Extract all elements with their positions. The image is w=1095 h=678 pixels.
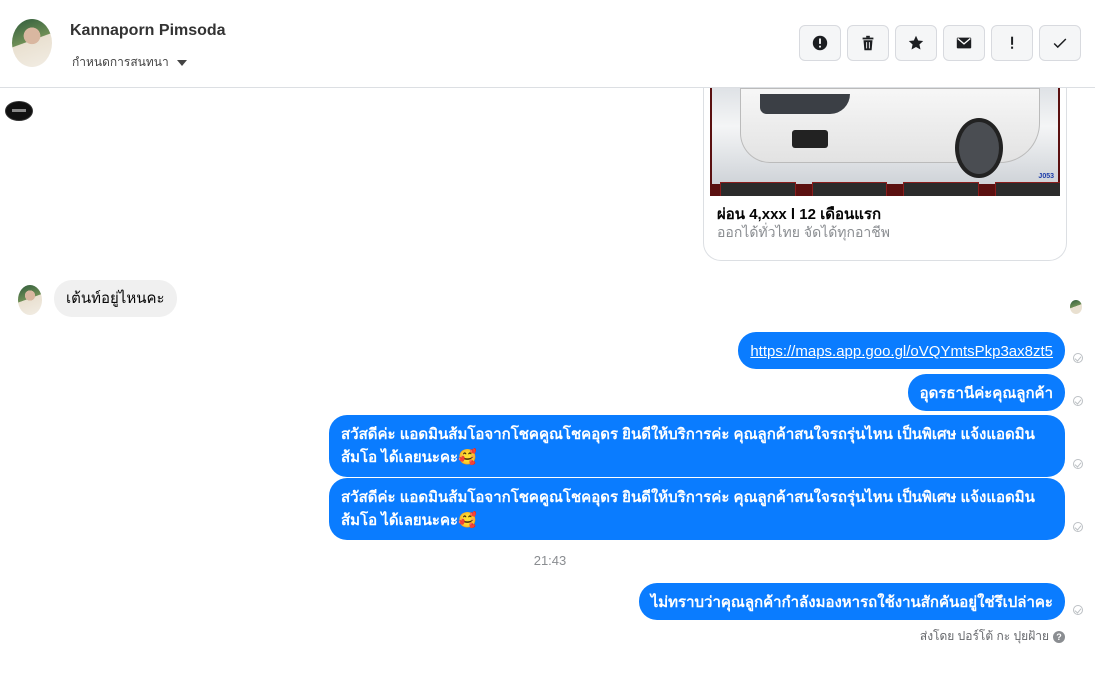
star-button[interactable] [895, 25, 937, 61]
contact-name[interactable]: Kannaporn Pimsoda [70, 22, 226, 40]
assign-conversation-label: กำหนดการสนทนา [72, 55, 169, 69]
outgoing-message: สวัสดีค่ะ แอดมินส้มโอจากโชคคูณโชคอุดร ยิ… [329, 415, 1065, 477]
page-logo-avatar [5, 101, 33, 121]
alert-circle-icon [812, 35, 828, 51]
check-icon [1053, 38, 1067, 49]
envelope-icon [956, 37, 972, 49]
sent-check-icon [1073, 459, 1083, 469]
sent-check-icon [1073, 605, 1083, 615]
sent-check-icon [1073, 353, 1083, 363]
ad-card[interactable]: J053 ผ่อน 4,xxx l 12 เดือนแรก ออกได้ทั่ว… [703, 88, 1067, 261]
exclamation-icon [1011, 36, 1014, 49]
incoming-message: เต้นท์อยู่ไหนคะ [54, 280, 177, 317]
conversation-header: Kannaporn Pimsoda กำหนดการสนทนา [0, 0, 1095, 88]
star-icon [908, 35, 924, 50]
assign-conversation-dropdown[interactable]: กำหนดการสนทนา [72, 53, 187, 72]
trash-icon [862, 35, 874, 51]
caret-down-icon [176, 59, 187, 66]
outgoing-message: สวัสดีค่ะ แอดมินส้มโอจากโชคคูณโชคอุดร ยิ… [329, 478, 1065, 540]
read-receipt-avatar [1070, 300, 1082, 314]
mark-unread-button[interactable] [943, 25, 985, 61]
outgoing-message-link: https://maps.app.goo.gl/oVQYmtsPkp3ax8zt… [738, 332, 1065, 369]
follow-up-button[interactable] [991, 25, 1033, 61]
car-image: J053 [710, 88, 1060, 196]
maps-link[interactable]: https://maps.app.goo.gl/oVQYmtsPkp3ax8zt… [750, 343, 1053, 360]
sent-by-text: ส่งโดย ปอร์โต้ กะ ปุยฝ้าย [919, 629, 1049, 643]
delete-button[interactable] [847, 25, 889, 61]
card-description: ออกได้ทั่วไทย จัดได้ทุกอาชีพ [717, 224, 891, 240]
conversation-toolbar [799, 25, 1081, 61]
help-icon[interactable]: ? [1053, 630, 1065, 643]
outgoing-message: อุดรธานีค่ะคุณลูกค้า [907, 374, 1065, 411]
message-timestamp: 21:43 [533, 553, 567, 568]
image-tag: J053 [1038, 173, 1054, 180]
contact-avatar-small [18, 285, 42, 315]
sent-by-label: ส่งโดย ปอร์โต้ กะ ปุยฝ้าย ? [920, 627, 1065, 646]
outgoing-message: ไม่ทราบว่าคุณลูกค้ากำลังมองหารถใช้งานสัก… [638, 583, 1065, 620]
done-button[interactable] [1039, 25, 1081, 61]
sent-check-icon [1073, 396, 1083, 406]
spam-button[interactable] [799, 25, 841, 61]
sent-check-icon [1073, 522, 1083, 532]
contact-avatar[interactable] [12, 19, 52, 67]
